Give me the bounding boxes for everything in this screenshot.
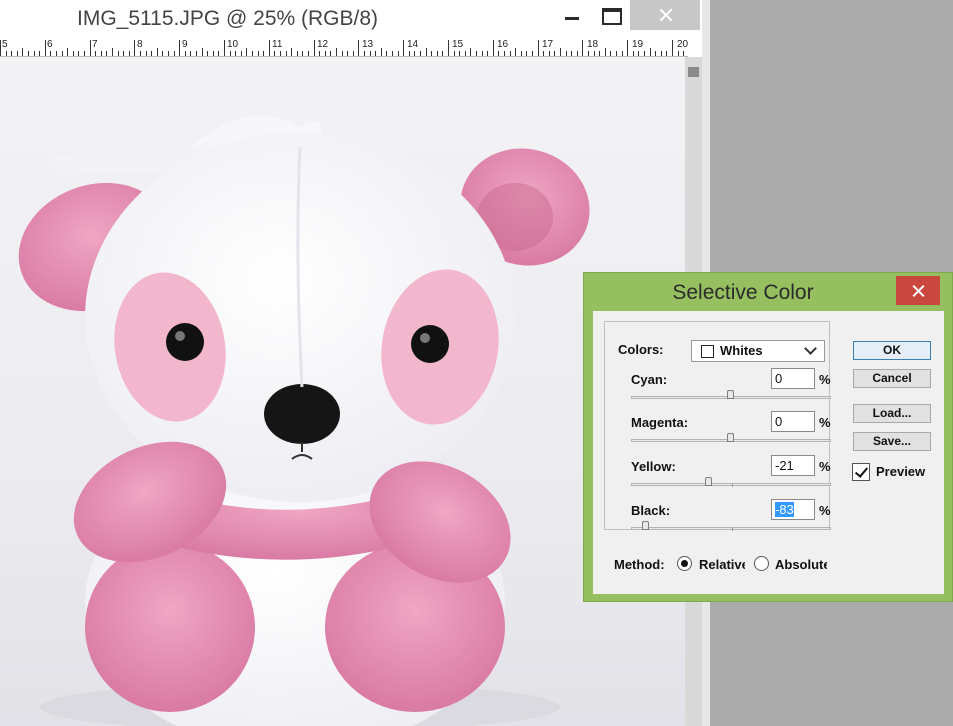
percent-label: % bbox=[819, 415, 831, 430]
selective-color-dialog: Selective Color Colors: Whites Cyan: 0 %… bbox=[583, 272, 953, 602]
yellow-slider-thumb[interactable] bbox=[705, 477, 712, 486]
minimize-icon[interactable] bbox=[556, 0, 590, 30]
colors-value: Whites bbox=[720, 343, 763, 358]
percent-label: % bbox=[819, 459, 831, 474]
colors-dropdown[interactable]: Whites bbox=[691, 340, 825, 362]
cyan-input[interactable]: 0 bbox=[771, 368, 815, 389]
document-title: IMG_5115.JPG @ 25% (RGB/8) bbox=[77, 7, 379, 30]
absolute-radio[interactable] bbox=[754, 556, 769, 571]
ruler-label: 10 bbox=[227, 40, 239, 50]
close-icon[interactable] bbox=[896, 276, 940, 305]
black-input[interactable]: -83 bbox=[771, 499, 815, 520]
ruler-label: 13 bbox=[362, 40, 374, 50]
ruler-label: 16 bbox=[497, 40, 509, 50]
ruler-label: 9 bbox=[182, 40, 188, 50]
preview-label: Preview bbox=[876, 464, 926, 479]
cyan-label: Cyan: bbox=[631, 372, 668, 387]
close-icon[interactable] bbox=[630, 0, 700, 30]
ruler-label: 6 bbox=[47, 40, 53, 50]
ruler-label: 11 bbox=[272, 40, 283, 50]
yellow-input[interactable]: -21 bbox=[771, 455, 815, 476]
save-button[interactable]: Save... bbox=[853, 432, 931, 451]
ruler-label: 15 bbox=[452, 40, 464, 50]
yellow-label: Yellow: bbox=[631, 459, 676, 474]
method-label: Method: bbox=[614, 557, 665, 572]
maximize-icon[interactable] bbox=[594, 0, 628, 30]
ruler-label: 12 bbox=[317, 40, 329, 50]
color-swatch bbox=[701, 345, 714, 358]
percent-label: % bbox=[819, 503, 831, 518]
colors-label: Colors: bbox=[618, 342, 664, 357]
slider-center-mark bbox=[732, 484, 733, 487]
ruler-label: 19 bbox=[632, 40, 644, 50]
ruler-label: 20 bbox=[677, 40, 688, 50]
ruler-label: 18 bbox=[587, 40, 599, 50]
colors-group: Colors: Whites Cyan: 0 % Magenta: 0 % Ye… bbox=[604, 321, 831, 531]
ruler-label: 8 bbox=[137, 40, 143, 50]
dialog-body: Colors: Whites Cyan: 0 % Magenta: 0 % Ye… bbox=[593, 311, 944, 594]
black-slider-thumb[interactable] bbox=[642, 521, 649, 530]
magenta-label: Magenta: bbox=[631, 415, 689, 430]
magenta-slider-thumb[interactable] bbox=[727, 433, 734, 442]
relative-radio[interactable] bbox=[677, 556, 692, 571]
document-titlebar[interactable]: IMG_5115.JPG @ 25% (RGB/8) bbox=[0, 0, 702, 40]
preview-checkbox[interactable] bbox=[852, 463, 870, 481]
ruler-label: 5 bbox=[2, 40, 8, 50]
percent-label: % bbox=[819, 372, 831, 387]
cyan-slider-thumb[interactable] bbox=[727, 390, 734, 399]
horizontal-ruler: 5 6 7 8 9 10 11 12 13 14 15 16 17 18 19 … bbox=[0, 40, 688, 57]
dropdown-chevron-icon bbox=[804, 342, 817, 355]
ruler-label: 17 bbox=[542, 40, 554, 50]
relative-label: Relative bbox=[699, 557, 745, 572]
black-value-selected: -83 bbox=[775, 502, 794, 517]
slider-center-mark bbox=[732, 528, 733, 531]
load-button[interactable]: Load... bbox=[853, 404, 931, 423]
black-slider-track[interactable] bbox=[631, 527, 831, 531]
absolute-label: Absolute bbox=[775, 557, 827, 572]
cancel-button[interactable]: Cancel bbox=[853, 369, 931, 388]
yellow-slider-track[interactable] bbox=[631, 483, 831, 487]
dialog-title: Selective Color bbox=[672, 281, 814, 304]
ok-button[interactable]: OK bbox=[853, 341, 931, 360]
ruler-label: 14 bbox=[407, 40, 419, 50]
ruler-label: 7 bbox=[92, 40, 98, 50]
magenta-input[interactable]: 0 bbox=[771, 411, 815, 432]
black-label: Black: bbox=[631, 503, 671, 518]
